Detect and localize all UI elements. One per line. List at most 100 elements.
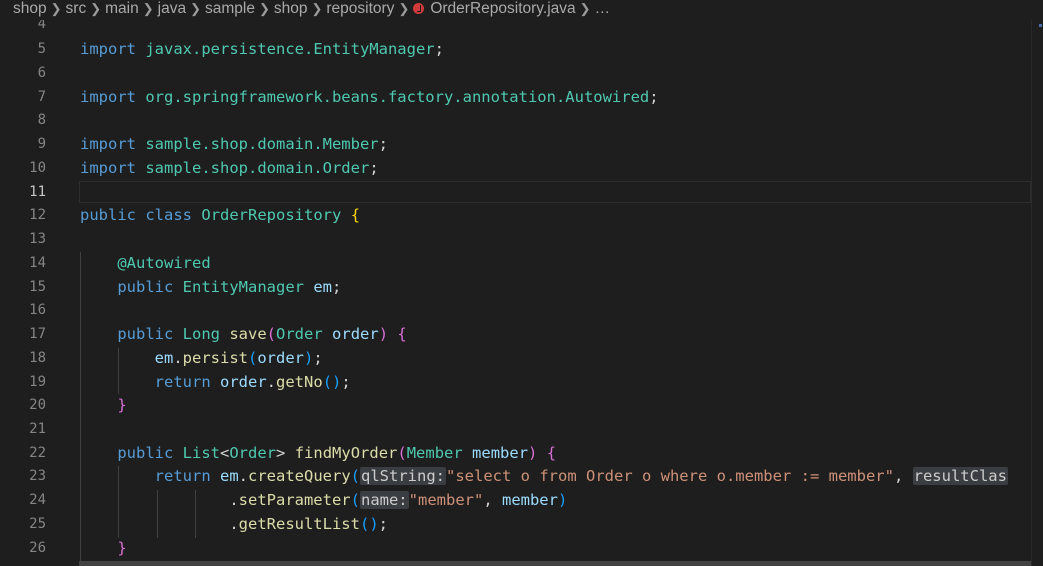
code-line-7[interactable]: import org.springframework.beans.factory… (80, 85, 659, 109)
keyword: import (80, 135, 136, 153)
method-name: getNo (276, 373, 323, 391)
method-name: findMyOrder (294, 444, 398, 462)
code-line-26[interactable]: } (80, 536, 126, 560)
inlay-hint: qlString: (360, 467, 447, 485)
breadcrumb-ellipsis[interactable]: … (595, 0, 611, 17)
code-line-10[interactable]: import sample.shop.domain.Order; (80, 156, 379, 180)
parameter: member (472, 444, 529, 462)
code-line-12[interactable]: public class OrderRepository { (80, 203, 360, 227)
minimap-marker (1039, 24, 1042, 27)
type-name: Order (276, 325, 323, 343)
import-path: sample.shop.domain.Member (145, 135, 379, 153)
chevron-right-icon: ❯ (311, 1, 323, 16)
keyword: class (145, 206, 193, 224)
chevron-right-icon: ❯ (190, 1, 201, 16)
code-line-17[interactable]: public Long save(Order order) { (80, 322, 406, 346)
line-number: 14 (29, 255, 46, 271)
variable: order (257, 349, 305, 367)
variable: em (313, 278, 333, 296)
type-name: Order (229, 444, 277, 462)
line-number: 15 (29, 279, 46, 295)
code-line-25[interactable]: .getResultList(); (80, 512, 388, 536)
variable: em (154, 349, 174, 367)
line-number: 12 (29, 207, 46, 223)
java-file-icon (413, 3, 425, 14)
keyword: public (117, 444, 174, 462)
code-line-19[interactable]: return order.getNo(); (80, 370, 351, 394)
breadcrumb-sample[interactable]: sample (205, 0, 255, 17)
breadcrumb-shop[interactable]: shop (13, 0, 47, 17)
inlay-hint: resultClas (912, 467, 1008, 485)
code-line-24[interactable]: .setParameter(name:"member", member) (80, 488, 567, 512)
inlay-hint: name: (359, 491, 409, 509)
chevron-right-icon: ❯ (579, 1, 591, 16)
variable: em (220, 467, 239, 485)
code-line-23[interactable]: return em.createQuery(qlString:"select o… (80, 464, 1008, 488)
line-number: 6 (37, 65, 46, 81)
keyword: return (154, 467, 211, 485)
line-number: 20 (29, 397, 46, 413)
breadcrumb-file[interactable]: OrderRepository.java (430, 0, 575, 17)
string-literal: "member" (408, 491, 484, 509)
breadcrumb: shop ❯ src ❯ main ❯ java ❯ sample ❯ shop ❯ repositor… (0, 0, 1043, 20)
method-name: persist (182, 349, 248, 367)
line-number: 25 (29, 516, 46, 532)
breadcrumb-repository[interactable]: repository (326, 0, 394, 17)
line-number: 10 (29, 160, 46, 176)
line-number: 18 (29, 350, 46, 366)
import-path: sample.shop.domain.Order (145, 159, 370, 177)
annotation: @Autowired (117, 254, 211, 272)
line-number: 23 (29, 468, 46, 484)
line-number: 17 (29, 326, 46, 342)
code-line-9[interactable]: import sample.shop.domain.Member; (80, 132, 388, 156)
code-line-22[interactable]: public List<Order> findMyOrder(Member me… (80, 441, 556, 465)
line-number: 22 (29, 445, 46, 461)
keyword: public (80, 206, 136, 224)
method-name: getResultList (238, 515, 360, 533)
code-line-18[interactable]: em.persist(order); (80, 346, 323, 370)
code-line-5[interactable]: import javax.persistence.EntityManager; (80, 37, 444, 61)
variable: order (220, 373, 267, 391)
breadcrumb-shop-pkg[interactable]: shop (274, 0, 308, 17)
import-path: org.springframework.beans.factory.annota… (145, 88, 650, 106)
current-line-highlight (79, 181, 1031, 203)
line-number: 16 (29, 302, 46, 318)
keyword: import (80, 88, 136, 106)
type-name: Long (182, 325, 220, 343)
line-number: 7 (37, 89, 46, 105)
horizontal-scrollbar[interactable] (79, 561, 1031, 566)
line-number: 26 (29, 540, 46, 556)
minimap-strip[interactable] (1031, 20, 1043, 566)
method-name: setParameter (238, 491, 351, 509)
breadcrumb-java[interactable]: java (158, 0, 186, 17)
chevron-right-icon: ❯ (90, 1, 102, 16)
type-name: List (182, 444, 220, 462)
line-number: 19 (29, 374, 46, 390)
line-number: 24 (29, 492, 46, 508)
breadcrumb-src[interactable]: src (66, 0, 87, 17)
parameter: order (332, 325, 379, 343)
import-path: javax.persistence.EntityManager (145, 40, 435, 58)
breadcrumb-main[interactable]: main (105, 0, 139, 17)
keyword: import (80, 159, 136, 177)
variable: member (501, 491, 558, 509)
keyword: import (80, 40, 136, 58)
chevron-right-icon: ❯ (398, 1, 410, 16)
code-line-14[interactable]: @Autowired (80, 251, 211, 275)
type-name: Member (406, 444, 463, 462)
keyword: public (117, 278, 174, 296)
keyword: public (117, 325, 174, 343)
line-number: 13 (29, 231, 46, 247)
code-line-20[interactable]: } (80, 393, 126, 417)
string-literal: "select o from Order o where o.member :=… (446, 467, 894, 485)
line-number-active: 11 (29, 184, 46, 200)
chevron-right-icon: ❯ (258, 1, 270, 16)
type-name: EntityManager (182, 278, 304, 296)
chevron-right-icon: ❯ (142, 1, 154, 16)
line-number: 21 (29, 421, 46, 437)
code-line-15[interactable]: public EntityManager em; (80, 275, 341, 299)
chevron-right-icon: ❯ (50, 1, 62, 16)
method-name: save (229, 325, 267, 343)
method-name: createQuery (248, 467, 351, 485)
line-number: 8 (37, 112, 46, 128)
